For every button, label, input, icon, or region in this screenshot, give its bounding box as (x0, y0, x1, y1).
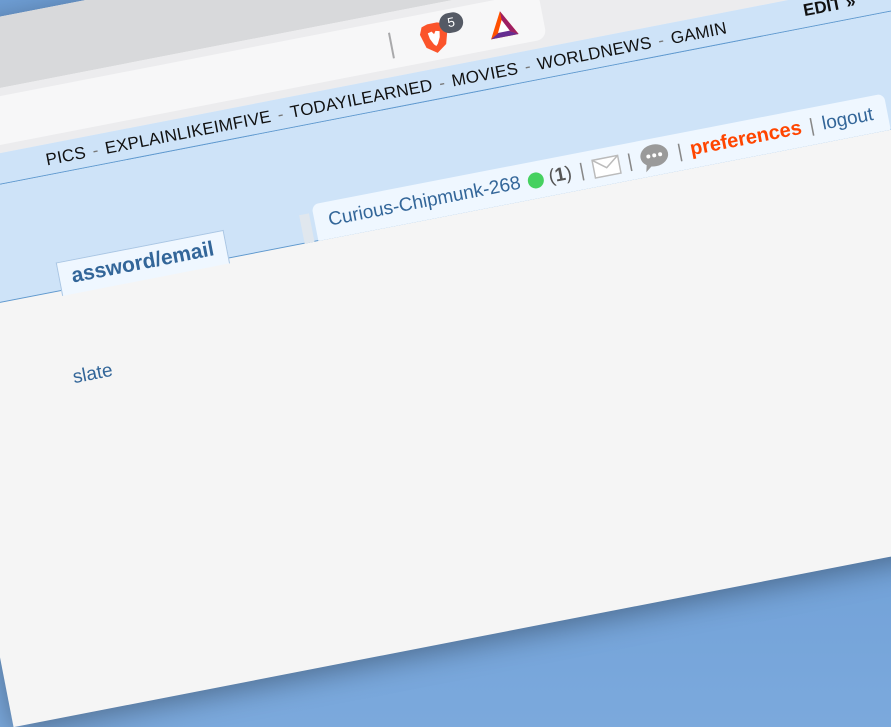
bat-triangle-icon[interactable] (484, 6, 521, 42)
online-status-icon (526, 170, 546, 190)
subreddit-link-gaming[interactable]: GAMIN (669, 18, 728, 47)
envelope-icon[interactable] (590, 154, 622, 179)
translate-link[interactable]: slate (71, 360, 115, 389)
browser-window: 5 PICS - EXPLAINLIKEIMFIVE - TODAYILEARNED - M… (0, 0, 891, 727)
address-bar-divider (387, 32, 395, 59)
subreddit-link-pics[interactable]: PICS (44, 143, 87, 169)
logout-link[interactable]: logout (820, 104, 875, 135)
